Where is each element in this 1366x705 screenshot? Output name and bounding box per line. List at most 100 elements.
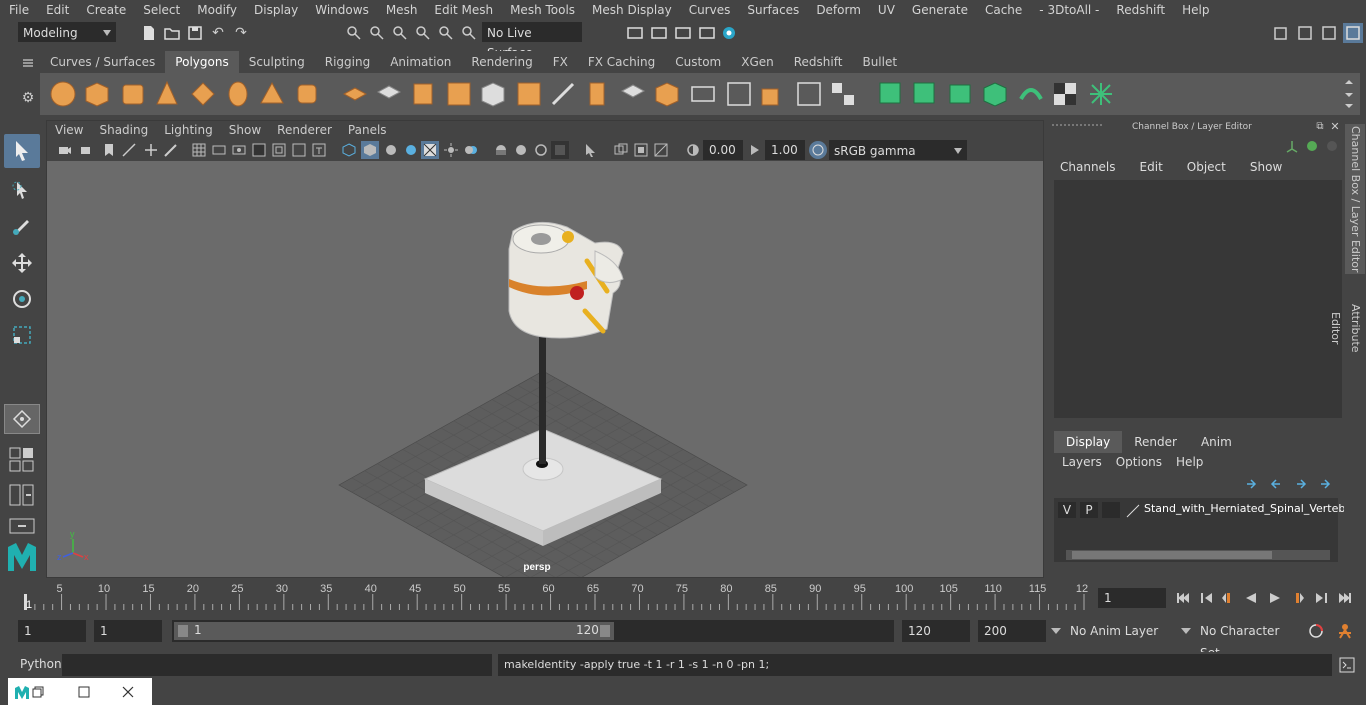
restore-window-icon[interactable] [30, 684, 46, 700]
menu-create[interactable]: Create [77, 3, 134, 17]
range-start-field[interactable]: 1 [18, 620, 86, 642]
extrude-icon[interactable] [514, 79, 544, 109]
menu-uv[interactable]: UV [869, 3, 903, 17]
menu-mesh-display[interactable]: Mesh Display [583, 3, 680, 17]
step-forward-key-icon[interactable] [1288, 590, 1306, 606]
wireframe-icon[interactable] [341, 142, 357, 158]
layout-two-pane-icon[interactable] [6, 482, 38, 508]
menu-file[interactable]: File [0, 3, 37, 17]
animation-preferences-icon[interactable] [1334, 620, 1356, 642]
uv-checker-icon[interactable] [1050, 79, 1080, 109]
merge-icon[interactable] [758, 79, 788, 109]
perspective-viewport[interactable]: y x z persp [47, 161, 1043, 600]
poly-cube-icon[interactable] [82, 79, 112, 109]
shelf-menu-icon[interactable] [18, 56, 38, 70]
viewport-menu-panels[interactable]: Panels [340, 123, 395, 137]
menu-surfaces[interactable]: Surfaces [738, 3, 807, 17]
time-slider[interactable]: 5 10 15 20 25 30 35 40 45 50 55 60 65 70 75 80 85 90 95 100… [18, 580, 1090, 612]
poly-pyramid-icon[interactable] [257, 79, 287, 109]
safe-action-icon[interactable] [291, 142, 307, 158]
camera-attributes-icon[interactable] [79, 142, 95, 158]
menu-generate[interactable]: Generate [903, 3, 976, 17]
mirror-icon[interactable] [828, 79, 858, 109]
go-to-start-icon[interactable] [1174, 590, 1192, 606]
hypershade-icon[interactable] [720, 24, 738, 42]
isolate-select-icon[interactable] [583, 142, 599, 158]
layer-tab-display[interactable]: Display [1054, 431, 1123, 453]
grid-toggle-icon[interactable] [191, 142, 207, 158]
combine-icon[interactable] [340, 79, 370, 109]
open-scene-icon[interactable] [163, 24, 181, 42]
script-editor-icon[interactable] [1338, 656, 1356, 674]
grease-pencil-icon[interactable] [163, 142, 179, 158]
auto-key-icon[interactable] [1306, 620, 1326, 642]
exposure-icon[interactable] [685, 142, 701, 158]
tool-settings-toggle-icon[interactable] [1320, 24, 1338, 42]
menu-help[interactable]: Help [1173, 3, 1217, 17]
uv-unfold-icon[interactable] [1016, 79, 1046, 109]
color-space-dropdown[interactable]: sRGB gamma [829, 140, 967, 160]
layer-type-toggle[interactable] [1102, 502, 1120, 518]
channel-box-menu-channels[interactable]: Channels [1048, 160, 1128, 178]
tab-xgen[interactable]: XGen [731, 51, 784, 73]
layer-menu-layers[interactable]: Layers [1056, 455, 1110, 473]
tab-fx-caching[interactable]: FX Caching [577, 51, 666, 73]
tab-fx[interactable]: FX [542, 51, 578, 73]
attribute-editor-toggle-icon[interactable] [1296, 24, 1314, 42]
render-region-icon[interactable] [650, 24, 668, 42]
menu-windows[interactable]: Windows [306, 3, 377, 17]
layer-hscroll-thumb[interactable] [1072, 551, 1272, 559]
camera-select-icon[interactable] [57, 142, 73, 158]
maya-app-icon[interactable] [14, 684, 30, 700]
bridge-icon[interactable] [582, 79, 612, 109]
uv-spherical-icon[interactable] [946, 79, 976, 109]
resolution-gate-icon[interactable] [231, 142, 247, 158]
tab-channel-box-layer-editor[interactable]: Channel Box / Layer Editor [1345, 124, 1365, 274]
menu-redshift[interactable]: Redshift [1107, 3, 1173, 17]
menu-mesh-tools[interactable]: Mesh Tools [501, 3, 583, 17]
step-back-key-icon[interactable] [1220, 590, 1238, 606]
tab-sculpting[interactable]: Sculpting [238, 51, 315, 73]
edge-loop-icon[interactable] [724, 79, 754, 109]
menu-deform[interactable]: Deform [807, 3, 869, 17]
layer-row[interactable]: V P Stand_with_Herniated_Spinal_Verteb [1058, 502, 1345, 520]
range-end-field[interactable]: 200 [978, 620, 1046, 642]
layer-color-icon[interactable] [1126, 504, 1140, 518]
tab-animation[interactable]: Animation [380, 51, 462, 73]
layer-visibility-toggle[interactable]: V [1058, 502, 1076, 518]
playback-end-field[interactable]: 120 [902, 620, 970, 642]
gamma-field[interactable]: 1.00 [765, 140, 805, 160]
poly-sphere-icon[interactable] [48, 79, 78, 109]
redo-icon[interactable]: ↷ [232, 24, 250, 42]
gate-mask-icon[interactable] [251, 142, 267, 158]
layer-menu-options[interactable]: Options [1110, 455, 1170, 473]
live-surface-field[interactable]: No Live Surface [482, 22, 582, 60]
shadows-icon[interactable] [463, 142, 479, 158]
use-all-lights-icon[interactable] [443, 142, 459, 158]
chevron-down-icon[interactable] [1050, 624, 1062, 638]
current-frame-field[interactable]: 1 [1098, 588, 1166, 608]
new-scene-icon[interactable] [140, 24, 158, 42]
close-panel-icon[interactable]: ✕ [1329, 120, 1341, 133]
panel-grip[interactable] [1052, 124, 1102, 132]
channel-box-axis-icon[interactable] [1284, 138, 1300, 154]
close-window-icon[interactable] [120, 684, 136, 700]
play-forward-icon[interactable] [1266, 590, 1284, 606]
menu-select[interactable]: Select [134, 3, 188, 17]
smooth-icon[interactable] [444, 79, 474, 109]
default-material-icon[interactable] [383, 142, 399, 158]
snap-grid-icon[interactable] [414, 24, 432, 42]
smooth-shade-icon[interactable] [361, 141, 379, 159]
channel-box-menu-edit[interactable]: Edit [1128, 160, 1175, 178]
textured-icon[interactable] [403, 142, 419, 158]
uv-automatic-icon[interactable] [980, 79, 1010, 109]
select-tool-icon[interactable] [4, 134, 40, 168]
layer-menu-help[interactable]: Help [1170, 455, 1211, 473]
xray-joints-icon[interactable] [633, 142, 649, 158]
extract-icon[interactable] [408, 79, 438, 109]
workspace-dropdown[interactable]: Modeling [18, 22, 116, 42]
chevron-down-icon[interactable] [1180, 624, 1192, 638]
motion-blur-icon[interactable] [513, 142, 529, 158]
range-slider-left-handle[interactable] [178, 625, 188, 637]
menu-cache[interactable]: Cache [976, 3, 1030, 17]
